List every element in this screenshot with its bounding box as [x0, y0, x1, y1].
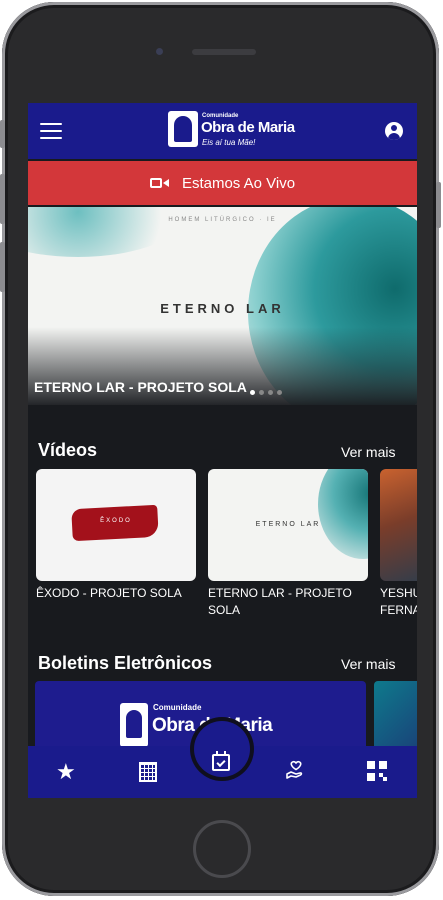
account-icon[interactable] [385, 122, 403, 140]
logo-tagline: Eis aí tua Mãe! [202, 138, 256, 147]
bulletin-logo-small-text: Comunidade [153, 703, 202, 712]
front-camera [156, 48, 163, 55]
video-label[interactable]: YESHU FERNA [380, 585, 417, 619]
videos-see-more-link[interactable]: Ver mais [341, 444, 395, 460]
hero-caption: ETERNO LAR - PROJETO SOLA [34, 379, 247, 395]
volume-down-button [0, 242, 5, 292]
live-banner[interactable]: Estamos Ao Vivo [28, 161, 417, 205]
carousel-dot[interactable] [250, 390, 255, 395]
app-logo: Comunidade Obra de Maria Eis aí tua Mãe! [168, 111, 295, 151]
volume-up-button [0, 174, 5, 224]
bulletins-see-more-link[interactable]: Ver mais [341, 656, 395, 672]
hero-carousel[interactable]: HOMEM LITÚRGICO · IE ETERNO LAR [28, 207, 417, 405]
carousel-dot[interactable] [268, 390, 273, 395]
app-screen: Comunidade Obra de Maria Eis aí tua Mãe!… [28, 103, 417, 798]
logo-emblem [168, 111, 198, 147]
top-app-bar: Comunidade Obra de Maria Eis aí tua Mãe! [28, 103, 417, 159]
video-label[interactable]: ETERNO LAR - PROJETO SOLA [208, 585, 368, 619]
hero-image-subtitle: HOMEM LITÚRGICO · IE [168, 217, 277, 223]
video-card-yeshua[interactable] [380, 469, 417, 581]
carousel-dot[interactable] [259, 390, 264, 395]
video-card-exodo[interactable]: ÊXODO [36, 469, 196, 581]
qr-code-icon[interactable] [367, 761, 387, 781]
eterno-lar-wave-graphic [318, 469, 368, 559]
phone-frame: Comunidade Obra de Maria Eis aí tua Mãe!… [0, 2, 441, 896]
home-button[interactable] [193, 820, 251, 878]
star-icon[interactable]: ★ [56, 761, 76, 783]
power-button [436, 182, 441, 228]
hero-image-title: ETERNO LAR [160, 301, 285, 316]
bulletin-card-next[interactable] [374, 681, 417, 751]
logo-main-text: Obra de Maria [201, 119, 295, 136]
carousel-dot[interactable] [277, 390, 282, 395]
hand-heart-icon[interactable] [284, 759, 308, 783]
video-label[interactable]: ÊXODO - PROJETO SOLA [36, 585, 196, 602]
video-thumb-text: ETERNO LAR [255, 521, 321, 528]
calendar-check-icon[interactable] [212, 751, 230, 771]
earpiece-speaker [192, 49, 256, 55]
carousel-dots [250, 390, 286, 395]
video-card-eterno-lar[interactable]: ETERNO LAR [208, 469, 368, 581]
video-camera-icon [149, 176, 170, 190]
video-thumb-text: ÊXODO [100, 518, 132, 524]
hamburger-menu-icon[interactable] [40, 123, 62, 139]
videos-section-title: Vídeos [38, 440, 98, 460]
bulletin-logo-emblem [120, 703, 148, 747]
live-banner-label: Estamos Ao Vivo [181, 174, 296, 192]
building-icon[interactable] [139, 762, 157, 782]
bulletins-section-title: Boletins Eletrônicos [38, 653, 213, 673]
hero-wave-graphic-2 [28, 207, 188, 257]
silent-switch [0, 120, 5, 148]
